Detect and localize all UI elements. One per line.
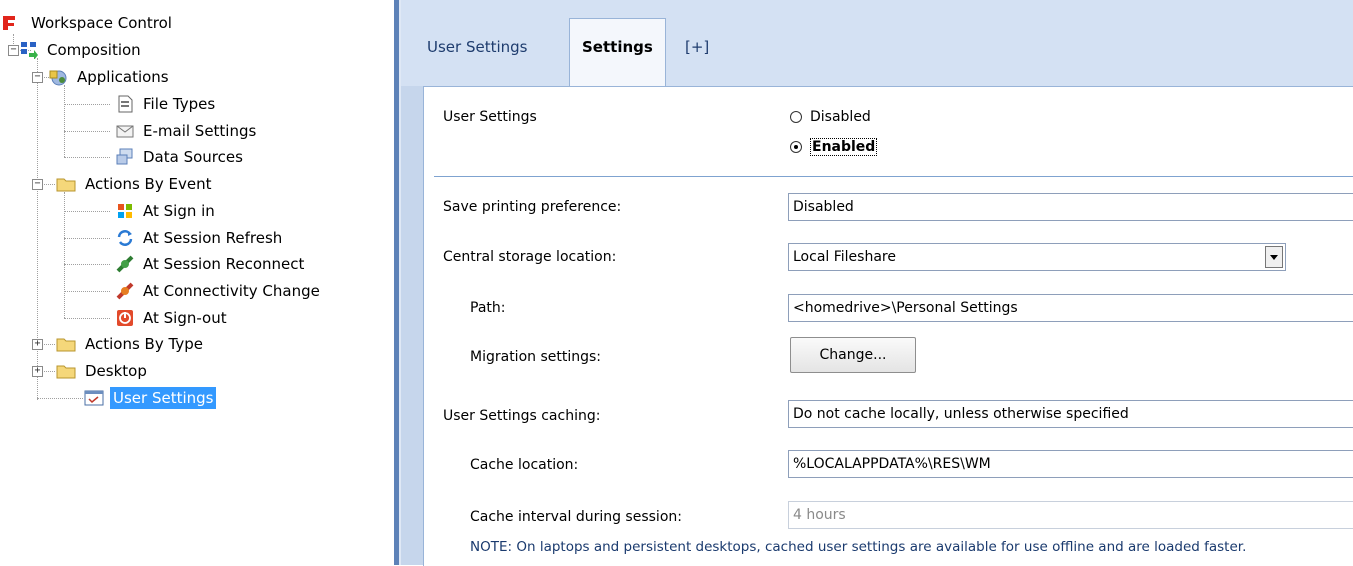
caching-field[interactable]: Do not cache locally, unless otherwise s… (788, 400, 1353, 428)
chevron-down-icon[interactable] (1265, 246, 1283, 268)
file-types-icon (116, 95, 134, 113)
tree-item-at-sign-out[interactable]: At Sign-out (116, 306, 230, 330)
tree-item-email-settings[interactable]: E-mail Settings (116, 119, 259, 143)
cache-location-field[interactable]: %LOCALAPPDATA%\RES\WM (788, 450, 1353, 478)
cache-interval-label: Cache interval during session: (470, 509, 682, 525)
radio-enabled[interactable]: Enabled (790, 138, 878, 156)
path-label: Path: (470, 300, 506, 316)
folder-icon (56, 175, 76, 193)
tree-item-at-session-refresh[interactable]: At Session Refresh (116, 226, 285, 250)
tab-settings[interactable]: Settings (569, 18, 666, 87)
radio-disabled[interactable]: Disabled (790, 109, 871, 125)
collapse-actions-by-event-toggle[interactable]: − (32, 179, 43, 190)
collapse-composition-toggle[interactable]: − (8, 45, 19, 56)
expand-actions-by-type-toggle[interactable]: + (32, 339, 43, 350)
folder-icon (56, 362, 76, 380)
caching-label: User Settings caching: (443, 408, 601, 424)
user-settings-icon (84, 389, 104, 407)
email-settings-icon (116, 122, 134, 140)
save-printing-field[interactable]: Disabled (788, 193, 1353, 221)
tree-item-file-types[interactable]: File Types (116, 92, 218, 116)
workspace-control-icon (2, 15, 16, 31)
tree-item-desktop[interactable]: Desktop (56, 359, 150, 383)
settings-form: User Settings Disabled Enabled Save prin… (423, 86, 1353, 566)
tree-item-user-settings[interactable]: User Settings (84, 386, 217, 410)
migration-settings-label: Migration settings: (470, 349, 602, 365)
data-sources-icon (116, 148, 134, 166)
tree-item-data-sources[interactable]: Data Sources (116, 145, 246, 169)
applications-icon (48, 68, 68, 86)
tree-item-composition[interactable]: Composition (20, 38, 144, 62)
collapse-applications-toggle[interactable]: − (32, 72, 43, 83)
central-storage-dropdown[interactable]: Local Fileshare (788, 243, 1286, 271)
plug-reconnect-icon (116, 255, 134, 273)
tab-user-settings[interactable]: User Settings (415, 22, 539, 72)
radio-enabled-circle[interactable] (790, 141, 802, 153)
user-settings-label: User Settings (443, 109, 537, 125)
change-button[interactable]: Change... (790, 337, 916, 373)
power-icon (116, 309, 134, 327)
tree-item-at-connectivity-change[interactable]: At Connectivity Change (116, 279, 323, 303)
tree-root-workspace-control[interactable]: Workspace Control (2, 11, 175, 35)
path-field[interactable]: <homedrive>\Personal Settings (788, 294, 1353, 322)
cache-interval-field: 4 hours (788, 501, 1353, 529)
folder-icon (56, 335, 76, 353)
plug-connectivity-icon (116, 282, 134, 300)
composition-icon (20, 41, 38, 60)
tab-strip: User Settings Settings [+] (401, 0, 1353, 87)
save-printing-label: Save printing preference: (443, 199, 622, 215)
note-text: NOTE: On laptops and persistent desktops… (470, 539, 1247, 555)
radio-disabled-circle[interactable] (790, 111, 802, 123)
windows-logo-icon (116, 202, 134, 220)
tree-item-at-session-reconnect[interactable]: At Session Reconnect (116, 252, 307, 276)
section-divider (434, 176, 1353, 177)
tree-item-actions-by-type[interactable]: Actions By Type (56, 332, 206, 356)
tree-item-actions-by-event[interactable]: Actions By Event (56, 172, 214, 196)
refresh-icon (116, 229, 134, 247)
tree-item-applications[interactable]: Applications (48, 65, 172, 89)
central-storage-label: Central storage location: (443, 249, 617, 265)
settings-panel: User Settings Settings [+] User Settings… (401, 0, 1353, 566)
central-storage-value: Local Fileshare (793, 249, 896, 265)
expand-desktop-toggle[interactable]: + (32, 366, 43, 377)
tree-item-at-sign-in[interactable]: At Sign in (116, 199, 218, 223)
tab-add[interactable]: [+] (673, 22, 721, 72)
cache-location-label: Cache location: (470, 457, 579, 473)
navigation-tree: − − − + + Workspace Control Composition … (0, 0, 394, 565)
